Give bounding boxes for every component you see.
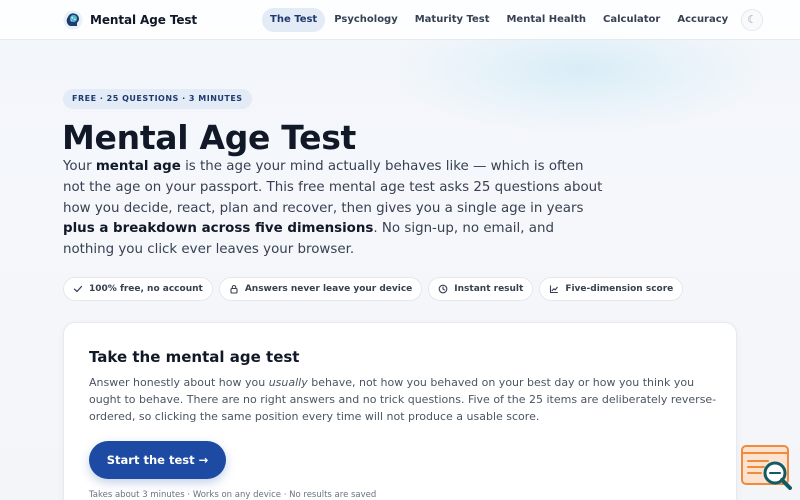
hero-lead: Your mental age is the age your mind act… [63,157,603,261]
feature-pills: 100% free, no account Answers never leav… [63,277,689,301]
lead-bold-2: plus a breakdown across five dimensions [63,221,374,237]
floating-chat-search-icon[interactable] [741,444,793,490]
card-description: Answer honestly about how you usually be… [89,374,719,425]
nav-item-maturity-test[interactable]: Maturity Test [407,8,498,32]
pill-instant: Instant result [428,277,534,301]
nav-item-the-test[interactable]: The Test [262,8,326,32]
pill-dimensions: Five-dimension score [539,277,684,301]
brand-link[interactable]: Mental Age Test [63,10,197,30]
check-icon [73,285,83,293]
nav-item-psychology[interactable]: Psychology [326,8,406,32]
pill-free: 100% free, no account [63,277,213,301]
main-nav: The Test Psychology Maturity Test Mental… [262,8,764,32]
page-title: Mental Age Test [62,118,357,157]
pill-privacy: Answers never leave your device [218,277,423,301]
brand-name: Mental Age Test [90,12,198,27]
theme-toggle-moon-icon[interactable]: ☾ [741,9,764,31]
lead-bold-1: mental age [95,159,181,174]
pill-label: 100% free, no account [89,284,203,294]
nav-item-calculator[interactable]: Calculator [595,8,668,32]
top-header: Mental Age Test The Test Psychology Matu… [0,0,800,40]
clock-icon [438,284,448,294]
card-text-emphasis: usually [268,376,308,389]
pill-label: Five-dimension score [565,284,674,294]
pill-label: Instant result [454,284,524,294]
hero-badge: FREE · 25 QUESTIONS · 3 MINUTES [63,89,252,109]
pill-label: Answers never leave your device [244,284,413,294]
card-footnote: Takes about 3 minutes · Works on any dev… [89,490,377,500]
brain-logo-icon [63,10,83,29]
card-title: Take the mental age test [89,348,300,366]
lock-icon [230,285,238,294]
nav-item-accuracy[interactable]: Accuracy [669,8,736,32]
start-test-button[interactable]: Start the test → [89,441,226,479]
nav-item-mental-health[interactable]: Mental Health [498,8,594,32]
test-intro-card: Take the mental age test Answer honestly… [63,322,737,500]
lead-text-1: Your [63,159,96,174]
card-text-1: Answer honestly about how you [89,376,269,389]
chart-icon [550,285,559,294]
